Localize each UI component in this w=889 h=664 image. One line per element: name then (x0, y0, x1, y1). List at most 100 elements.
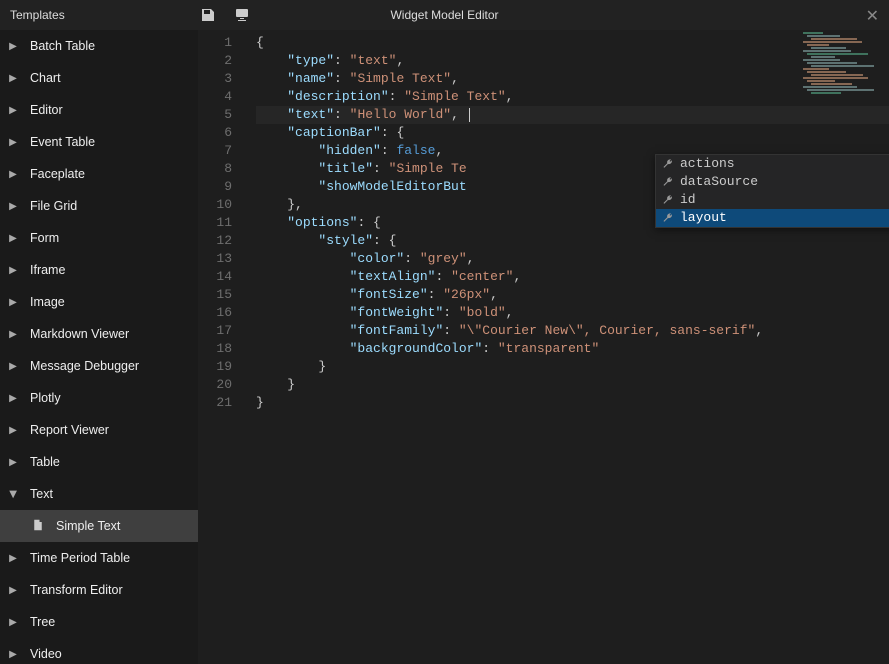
autocomplete-popup[interactable]: actionsdataSourceidlayout (655, 154, 889, 228)
sidebar-item-label: Message Debugger (30, 359, 139, 373)
autocomplete-label: dataSource (680, 173, 758, 191)
header-bar: Templates Widget Model Editor ✕ (0, 0, 889, 30)
templates-sidebar: ▶Batch Table▶Chart▶Editor▶Event Table▶Fa… (0, 30, 198, 664)
sidebar-item-label: Report Viewer (30, 423, 109, 437)
sidebar-item-chart[interactable]: ▶Chart (0, 62, 198, 94)
chevron-right-icon: ▶ (6, 41, 20, 52)
sidebar-item-editor[interactable]: ▶ Editor (0, 94, 198, 126)
code-line-21[interactable]: } (256, 394, 889, 412)
code-line-5[interactable]: "text": "Hello World", (256, 106, 889, 124)
sidebar-item-transform-editor[interactable]: ▶ Transform Editor (0, 574, 198, 606)
sidebar-item-label: Markdown Viewer (30, 327, 129, 341)
display-icon[interactable] (234, 7, 250, 23)
chevron-right-icon: ▶ (6, 329, 20, 340)
minimap[interactable] (799, 32, 889, 92)
autocomplete-label: layout (680, 209, 727, 227)
wrench-icon (660, 194, 676, 206)
sidebar-item-markdown-viewer[interactable]: ▶ Markdown Viewer (0, 318, 198, 350)
code-line-19[interactable]: } (256, 358, 889, 376)
line-number-gutter: 123456789101112131415161718192021 (198, 30, 246, 412)
autocomplete-item-dataSource[interactable]: dataSource (656, 173, 889, 191)
wrench-icon (660, 212, 676, 224)
code-line-4[interactable]: "description": "Simple Text", (256, 88, 889, 106)
sidebar-item-report-viewer[interactable]: ▶ Report Viewer (0, 414, 198, 446)
sidebar-item-image[interactable]: ▶ Image (0, 286, 198, 318)
chevron-right-icon: ▶ (6, 553, 20, 564)
sidebar-item-table[interactable]: ▶ Table (0, 446, 198, 478)
sidebar-item-faceplate[interactable]: ▶ Faceplate (0, 158, 198, 190)
sidebar-item-event-table[interactable]: ▶ Event Table (0, 126, 198, 158)
chevron-right-icon: ▶ (6, 105, 20, 116)
code-line-13[interactable]: "color": "grey", (256, 250, 889, 268)
chevron-right-icon: ▶ (6, 361, 20, 372)
text-cursor (469, 108, 470, 122)
chevron-right-icon: ▶ (6, 425, 20, 436)
code-line-12[interactable]: "style": { (256, 232, 889, 250)
sidebar-item-plotly[interactable]: ▶ Plotly (0, 382, 198, 414)
sidebar-item-label: Video (30, 647, 62, 661)
sidebar-item-video[interactable]: ▶ Video (0, 638, 198, 664)
document-icon (32, 519, 46, 534)
close-icon[interactable]: ✕ (866, 6, 879, 26)
chevron-right-icon: ▶ (6, 457, 20, 468)
chevron-right-icon: ▶ (6, 201, 20, 212)
autocomplete-item-layout[interactable]: layout (656, 209, 889, 227)
sidebar-item-label: Simple Text (56, 519, 120, 533)
code-line-17[interactable]: "fontFamily": "\"Courier New\", Courier,… (256, 322, 889, 340)
code-line-6[interactable]: "captionBar": { (256, 124, 889, 142)
sidebar-item-time-period-table[interactable]: ▶ Time Period Table (0, 542, 198, 574)
wrench-icon (660, 158, 676, 170)
sidebar-item-iframe[interactable]: ▶ Iframe (0, 254, 198, 286)
window-title: Widget Model Editor (0, 8, 889, 22)
chevron-right-icon: ▶ (6, 617, 20, 628)
sidebar-item-label: Plotly (30, 391, 61, 405)
templates-title: Templates (0, 8, 65, 22)
sidebar-item-file-grid[interactable]: ▶ File Grid (0, 190, 198, 222)
sidebar-item-text[interactable]: ▶ Text (0, 478, 198, 510)
chevron-right-icon: ▶ (6, 585, 20, 596)
sidebar-item-label: Iframe (30, 263, 65, 277)
code-line-2[interactable]: "type": "text", (256, 52, 889, 70)
sidebar-item-label: Transform Editor (30, 583, 123, 597)
sidebar-item-label: Form (30, 231, 59, 245)
sidebar-item-label: Text (30, 487, 53, 501)
sidebar-item-label: Table (30, 455, 60, 469)
sidebar-item-batch-table[interactable]: ▶ Batch Table (0, 30, 198, 62)
chevron-right-icon: ▶ (6, 137, 20, 148)
chevron-down-icon: ▶ (8, 487, 19, 501)
chevron-right-icon: ▶ (6, 393, 20, 404)
sidebar-item-label: Tree (30, 615, 55, 629)
chevron-right-icon: ▶ (6, 649, 20, 660)
code-line-1[interactable]: { (256, 34, 889, 52)
sidebar-item-label: Time Period Table (30, 551, 130, 565)
chevron-right-icon: ▶ (6, 169, 20, 180)
sidebar-item-message-debugger[interactable]: ▶ Message Debugger (0, 350, 198, 382)
chevron-right-icon: ▶ (6, 297, 20, 308)
header-toolbar (200, 0, 250, 30)
autocomplete-item-actions[interactable]: actions (656, 155, 889, 173)
sidebar-item-label: Image (30, 295, 65, 309)
sidebar-item-label: Faceplate (30, 167, 85, 181)
sidebar-item-tree[interactable]: ▶ Tree (0, 606, 198, 638)
autocomplete-item-id[interactable]: id (656, 191, 889, 209)
code-line-15[interactable]: "fontSize": "26px", (256, 286, 889, 304)
code-editor[interactable]: 123456789101112131415161718192021 { "typ… (198, 30, 889, 664)
code-line-16[interactable]: "fontWeight": "bold", (256, 304, 889, 322)
autocomplete-label: id (680, 191, 696, 209)
sidebar-item-label: Batch Table (30, 39, 95, 53)
code-line-14[interactable]: "textAlign": "center", (256, 268, 889, 286)
chevron-right-icon: ▶ (6, 265, 20, 276)
sidebar-item-label: Event Table (30, 135, 95, 149)
wrench-icon (660, 176, 676, 188)
sidebar-child-simple-text[interactable]: Simple Text (0, 510, 198, 542)
code-line-3[interactable]: "name": "Simple Text", (256, 70, 889, 88)
sidebar-item-label: Editor (30, 103, 63, 117)
chevron-right-icon: ▶ (6, 233, 20, 244)
autocomplete-label: actions (680, 155, 735, 173)
code-line-18[interactable]: "backgroundColor": "transparent" (256, 340, 889, 358)
sidebar-item-label: File Grid (30, 199, 77, 213)
save-icon[interactable] (200, 7, 216, 23)
sidebar-item-form[interactable]: ▶ Form (0, 222, 198, 254)
code-line-20[interactable]: } (256, 376, 889, 394)
sidebar-item-label: Chart (30, 71, 61, 85)
